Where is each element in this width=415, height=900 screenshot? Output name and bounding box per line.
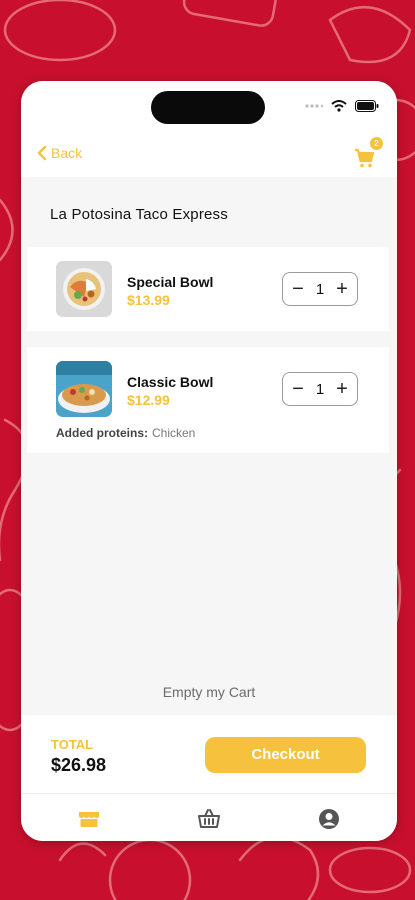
cart-count-badge: 2 (370, 137, 383, 150)
increase-button[interactable]: + (333, 379, 351, 399)
quantity-value: 1 (315, 280, 325, 298)
back-label: Back (51, 145, 83, 161)
total-value: $26.98 (51, 755, 107, 775)
decrease-button[interactable]: − (289, 279, 307, 299)
total-label: TOTAL (51, 737, 94, 752)
item-image (56, 261, 112, 317)
item-price: $13.99 (127, 292, 170, 308)
empty-cart-button[interactable]: Empty my Cart (21, 684, 397, 700)
status-bar (21, 81, 397, 137)
restaurant-name: La Potosina Taco Express (50, 206, 228, 223)
header: Back 2 (21, 137, 397, 177)
item-price: $12.99 (127, 392, 170, 408)
wifi-icon (331, 100, 347, 112)
quantity-stepper: − 1 + (282, 272, 358, 306)
status-icons (305, 100, 379, 112)
store-icon[interactable] (77, 807, 101, 831)
dynamic-island (151, 91, 265, 124)
basket-icon[interactable] (197, 807, 221, 831)
cart-item: Classic Bowl $12.99 − 1 + Added proteins… (27, 347, 389, 453)
checkout-footer: TOTAL $26.98 Checkout (21, 715, 397, 841)
cart-icon (355, 148, 375, 168)
cart-button[interactable]: 2 (353, 137, 383, 168)
phone-screen: Back 2 La Potosina Taco Express Special … (21, 81, 397, 841)
proteins-value: Chicken (152, 426, 196, 440)
quantity-value: 1 (315, 380, 325, 398)
chevron-left-icon (37, 145, 47, 161)
profile-icon[interactable] (317, 807, 341, 831)
back-button[interactable]: Back (37, 145, 82, 161)
battery-icon (355, 100, 379, 112)
item-name: Special Bowl (127, 274, 214, 290)
decrease-button[interactable]: − (289, 379, 307, 399)
added-proteins: Added proteins: Chicken (56, 426, 195, 440)
increase-button[interactable]: + (333, 279, 351, 299)
item-image (56, 361, 112, 417)
tab-bar-divider (21, 793, 397, 794)
checkout-button[interactable]: Checkout (205, 737, 366, 773)
quantity-stepper: − 1 + (282, 372, 358, 406)
cart-item: Special Bowl $13.99 − 1 + (27, 247, 389, 331)
proteins-label: Added proteins: (56, 426, 148, 440)
signal-dots-icon (305, 104, 323, 108)
item-name: Classic Bowl (127, 374, 214, 390)
